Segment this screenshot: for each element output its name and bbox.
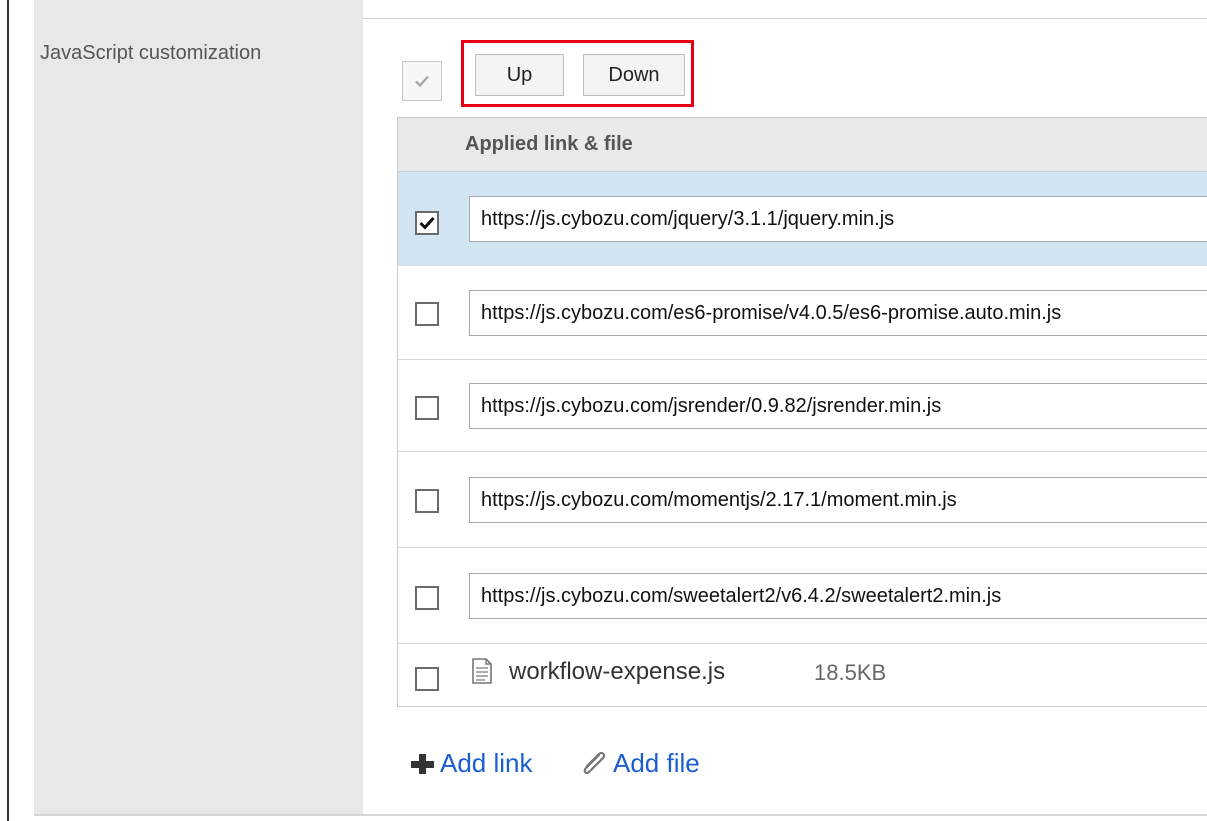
row-bottom-divider: [34, 814, 1207, 816]
row-checkbox[interactable]: [415, 396, 439, 420]
setting-label-column: JavaScript customization: [34, 0, 363, 814]
file-size: 18.5KB: [814, 660, 887, 685]
table-row[interactable]: https://js.cybozu.com/jquery/3.1.1/jquer…: [398, 172, 1207, 266]
row-checkbox[interactable]: [415, 667, 439, 691]
row-checkbox[interactable]: [415, 302, 439, 326]
table-row[interactable]: workflow-expense.js 18.5KB: [398, 644, 1207, 706]
row-checkbox[interactable]: [415, 586, 439, 610]
checkmark-icon: [419, 216, 435, 230]
paperclip-icon: [577, 749, 611, 779]
table-row[interactable]: https://js.cybozu.com/es6-promise/v4.0.5…: [398, 266, 1207, 360]
table-header: Applied link & file: [398, 118, 1207, 172]
page-left-border: [7, 0, 9, 821]
row-checkbox[interactable]: [415, 489, 439, 513]
plus-icon: [408, 752, 438, 776]
url-field[interactable]: https://js.cybozu.com/jquery/3.1.1/jquer…: [469, 196, 1207, 242]
document-icon: [472, 658, 492, 684]
table-row[interactable]: https://js.cybozu.com/momentjs/2.17.1/mo…: [398, 452, 1207, 548]
setting-label: JavaScript customization: [40, 42, 262, 64]
up-button[interactable]: Up: [475, 54, 564, 96]
add-file-button[interactable]: Add file: [577, 748, 700, 779]
down-button[interactable]: Down: [583, 54, 685, 96]
file-name[interactable]: workflow-expense.js: [509, 658, 725, 686]
url-field[interactable]: https://js.cybozu.com/sweetalert2/v6.4.2…: [469, 573, 1207, 619]
add-file-label[interactable]: Add file: [613, 748, 700, 779]
url-field[interactable]: https://js.cybozu.com/es6-promise/v4.0.5…: [469, 290, 1207, 336]
table-row[interactable]: https://js.cybozu.com/jsrender/0.9.82/js…: [398, 360, 1207, 452]
select-all-toggle[interactable]: [402, 61, 442, 101]
checkmark-icon: [415, 75, 429, 88]
add-link-button[interactable]: Add link: [408, 748, 533, 779]
url-field[interactable]: https://js.cybozu.com/momentjs/2.17.1/mo…: [469, 477, 1207, 523]
add-link-label[interactable]: Add link: [440, 748, 533, 779]
table-row[interactable]: https://js.cybozu.com/sweetalert2/v6.4.2…: [398, 548, 1207, 644]
table-header-label: Applied link & file: [465, 133, 633, 155]
url-field[interactable]: https://js.cybozu.com/jsrender/0.9.82/js…: [469, 383, 1207, 429]
applied-items-table: Applied link & file https://js.cybozu.co…: [397, 117, 1207, 707]
row-checkbox[interactable]: [415, 211, 439, 235]
